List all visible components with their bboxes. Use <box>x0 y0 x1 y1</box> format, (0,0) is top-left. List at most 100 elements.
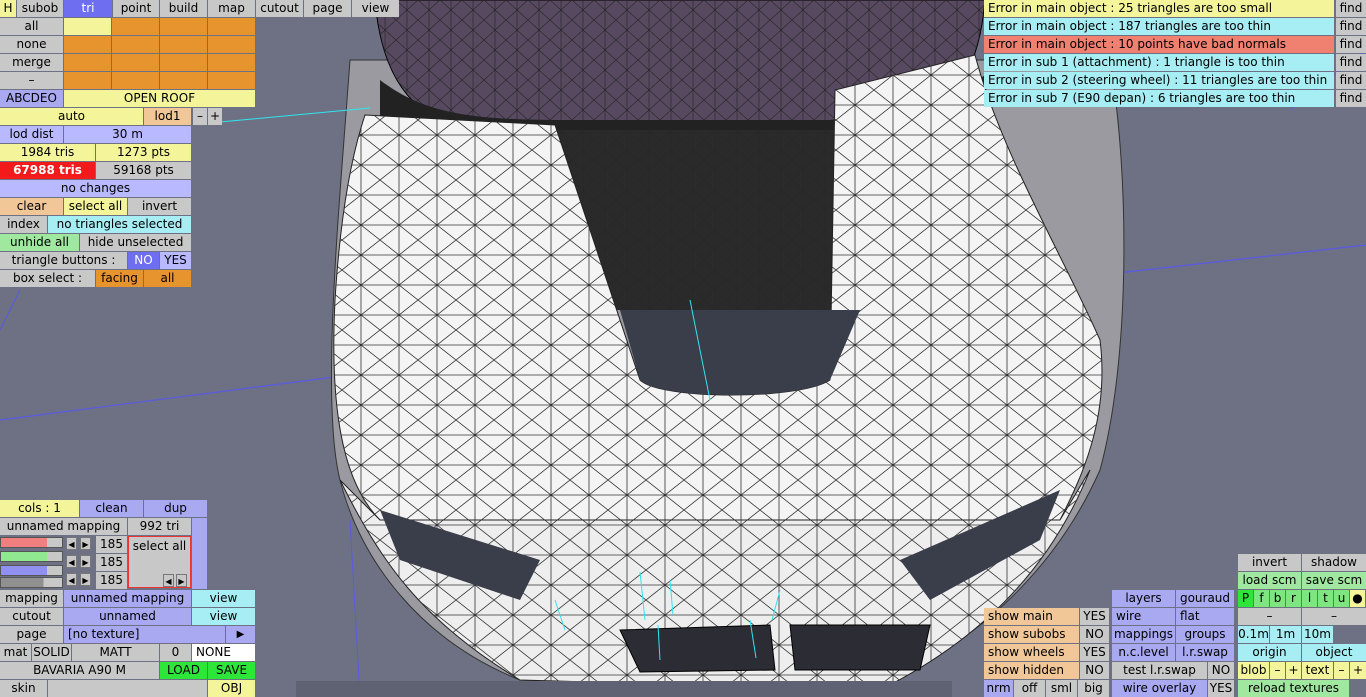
gray-slider[interactable] <box>0 577 63 588</box>
obj-button[interactable]: OBJ <box>208 680 255 697</box>
show-hidden-value[interactable]: NO <box>1080 662 1109 679</box>
lod-auto-button[interactable]: auto <box>0 108 143 125</box>
load-scm-button[interactable]: load scm <box>1238 572 1301 589</box>
mappings-button[interactable]: mappings <box>1112 626 1175 643</box>
page-value[interactable]: [no texture] <box>64 626 225 643</box>
wire-overlay-value[interactable]: YES <box>1208 680 1234 697</box>
layer-cell[interactable] <box>112 18 159 35</box>
find-error-button[interactable]: find <box>1336 54 1366 71</box>
layers-button[interactable]: layers <box>1112 590 1175 607</box>
wire-overlay-button[interactable]: wire overlay <box>1112 680 1207 697</box>
view-letter-button[interactable]: u <box>1334 590 1349 607</box>
tab-page[interactable]: page <box>304 0 351 17</box>
skin-field[interactable] <box>48 680 207 697</box>
mapping-value[interactable]: unnamed mapping <box>64 590 191 607</box>
layer-cell[interactable] <box>208 18 255 35</box>
tab-h[interactable]: H <box>0 0 16 17</box>
lod-selector[interactable]: lod1 <box>144 108 191 125</box>
wire-button[interactable]: wire <box>1112 608 1175 625</box>
layer-cell[interactable] <box>112 36 159 53</box>
view-letter-button[interactable]: l <box>1302 590 1317 607</box>
lr-swap-button[interactable]: l.r.swap <box>1176 644 1234 661</box>
cols-label[interactable]: cols : 1 <box>0 500 79 517</box>
layer-cell[interactable] <box>208 72 255 89</box>
big-button[interactable]: big <box>1078 680 1109 697</box>
tab-tri[interactable]: tri <box>64 0 112 17</box>
lod-dist-value[interactable]: 30 m <box>64 126 191 143</box>
off-button[interactable]: off <box>1014 680 1045 697</box>
sml-button[interactable]: sml <box>1046 680 1077 697</box>
find-error-button[interactable]: find <box>1336 0 1366 17</box>
hide-unselected-button[interactable]: hide unselected <box>80 234 191 251</box>
minus-button-2[interactable]: – <box>1302 608 1366 625</box>
mapping-name[interactable]: unnamed mapping <box>0 518 127 535</box>
clean-button[interactable]: clean <box>80 500 143 517</box>
select-all-tris-button[interactable]: select all <box>64 198 127 215</box>
green-slider[interactable] <box>0 551 63 562</box>
layer-cell[interactable] <box>64 36 111 53</box>
blob-button[interactable]: blob <box>1238 662 1269 679</box>
preview-left-icon[interactable]: ◀ <box>163 574 174 587</box>
green-decrease-icon[interactable]: ◀ <box>66 555 77 568</box>
reload-textures-button[interactable]: reload textures <box>1238 680 1349 697</box>
flat-button[interactable]: flat <box>1176 608 1234 625</box>
find-error-button[interactable]: find <box>1336 36 1366 53</box>
gouraud-button[interactable]: gouraud <box>1176 590 1234 607</box>
layer-cell[interactable] <box>64 54 111 71</box>
red-decrease-icon[interactable]: ◀ <box>66 537 77 550</box>
triangle-buttons-yes[interactable]: YES <box>160 252 191 269</box>
layer-cell[interactable] <box>112 72 159 89</box>
tab-subob[interactable]: subob <box>17 0 63 17</box>
index-button[interactable]: index <box>0 216 47 233</box>
lod-plus-button[interactable]: + <box>208 108 222 125</box>
view-letter-button[interactable]: P <box>1238 590 1253 607</box>
lod-minus-button[interactable]: – <box>193 108 207 125</box>
solid-button[interactable]: SOLID <box>32 644 71 661</box>
blob-plus-button[interactable]: + <box>1286 662 1301 679</box>
material-name[interactable]: BAVARIA A90 M <box>0 662 159 679</box>
layer-cell[interactable] <box>160 54 207 71</box>
layer-cell[interactable] <box>112 54 159 71</box>
grid-0-1m-button[interactable]: 0.1m <box>1238 626 1269 643</box>
show-hidden-toggle[interactable]: show hidden <box>984 662 1079 679</box>
minus-button-1[interactable]: – <box>1238 608 1301 625</box>
green-increase-icon[interactable]: ▶ <box>80 555 91 568</box>
select-none-button[interactable]: none <box>0 36 63 53</box>
layer-cell[interactable] <box>160 18 207 35</box>
select-all-button[interactable]: all <box>0 18 63 35</box>
layer-cell[interactable] <box>64 18 111 35</box>
find-error-button[interactable]: find <box>1336 18 1366 35</box>
text-minus-button[interactable]: – <box>1334 662 1349 679</box>
select-all-color-button[interactable]: select all <box>129 539 190 553</box>
view-letter-button[interactable]: r <box>1286 590 1301 607</box>
test-lr-swap-button[interactable]: test l.r.swap <box>1112 662 1207 679</box>
dup-button[interactable]: dup <box>144 500 207 517</box>
find-error-button[interactable]: find <box>1336 90 1366 107</box>
triangle-buttons-no[interactable]: NO <box>128 252 159 269</box>
blue-slider[interactable] <box>0 565 63 576</box>
tab-build[interactable]: build <box>160 0 207 17</box>
text-plus-button[interactable]: + <box>1350 662 1366 679</box>
layer-cell[interactable] <box>208 54 255 71</box>
view-letter-button[interactable]: ● <box>1350 590 1365 607</box>
cutout-view-button[interactable]: view <box>192 608 255 625</box>
tab-view[interactable]: view <box>352 0 399 17</box>
scroll-bar[interactable] <box>192 518 207 589</box>
invert-button[interactable]: invert <box>128 198 191 215</box>
grid-1m-button[interactable]: 1m <box>1270 626 1301 643</box>
tab-map[interactable]: map <box>208 0 255 17</box>
tab-point[interactable]: point <box>113 0 159 17</box>
show-subobs-toggle[interactable]: show subobs <box>984 626 1079 643</box>
nrm-button[interactable]: nrm <box>984 680 1013 697</box>
unhide-all-button[interactable]: unhide all <box>0 234 79 251</box>
test-lr-swap-value[interactable]: NO <box>1208 662 1234 679</box>
box-select-all[interactable]: all <box>144 270 191 287</box>
shadow-button[interactable]: shadow <box>1302 554 1366 571</box>
show-main-value[interactable]: YES <box>1080 608 1109 625</box>
minus-button[interactable]: – <box>0 72 63 89</box>
show-subobs-value[interactable]: NO <box>1080 626 1109 643</box>
view-letter-button[interactable]: t <box>1318 590 1333 607</box>
mat-zero[interactable]: 0 <box>160 644 191 661</box>
layer-cell[interactable] <box>160 36 207 53</box>
preview-right-icon[interactable]: ▶ <box>176 574 187 587</box>
